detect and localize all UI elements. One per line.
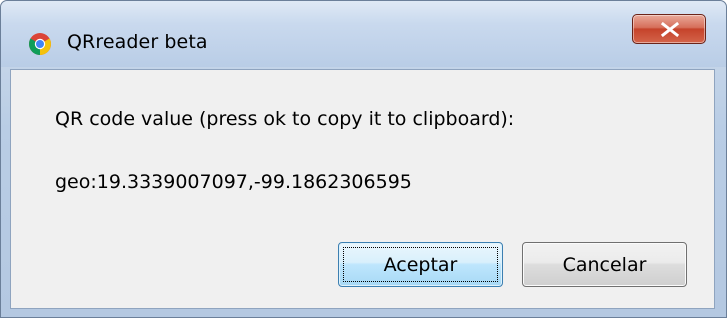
ok-button[interactable]: Aceptar	[338, 242, 503, 287]
cancel-button[interactable]: Cancelar	[522, 242, 687, 287]
qr-code-value: geo:19.3339007097,-99.1862306595	[55, 171, 412, 193]
dialog-window: QRreader beta QR code value (press ok to…	[0, 0, 727, 318]
dialog-body: QR code value (press ok to copy it to cl…	[10, 69, 715, 309]
chrome-icon	[28, 32, 52, 56]
window-title: QRreader beta	[67, 31, 208, 53]
ok-button-label: Aceptar	[383, 253, 458, 276]
dialog-message: QR code value (press ok to copy it to cl…	[55, 108, 515, 130]
cancel-button-label: Cancelar	[562, 253, 647, 276]
title-bar[interactable]: QRreader beta	[1, 1, 726, 67]
close-button[interactable]	[632, 14, 706, 44]
close-icon	[660, 22, 680, 37]
